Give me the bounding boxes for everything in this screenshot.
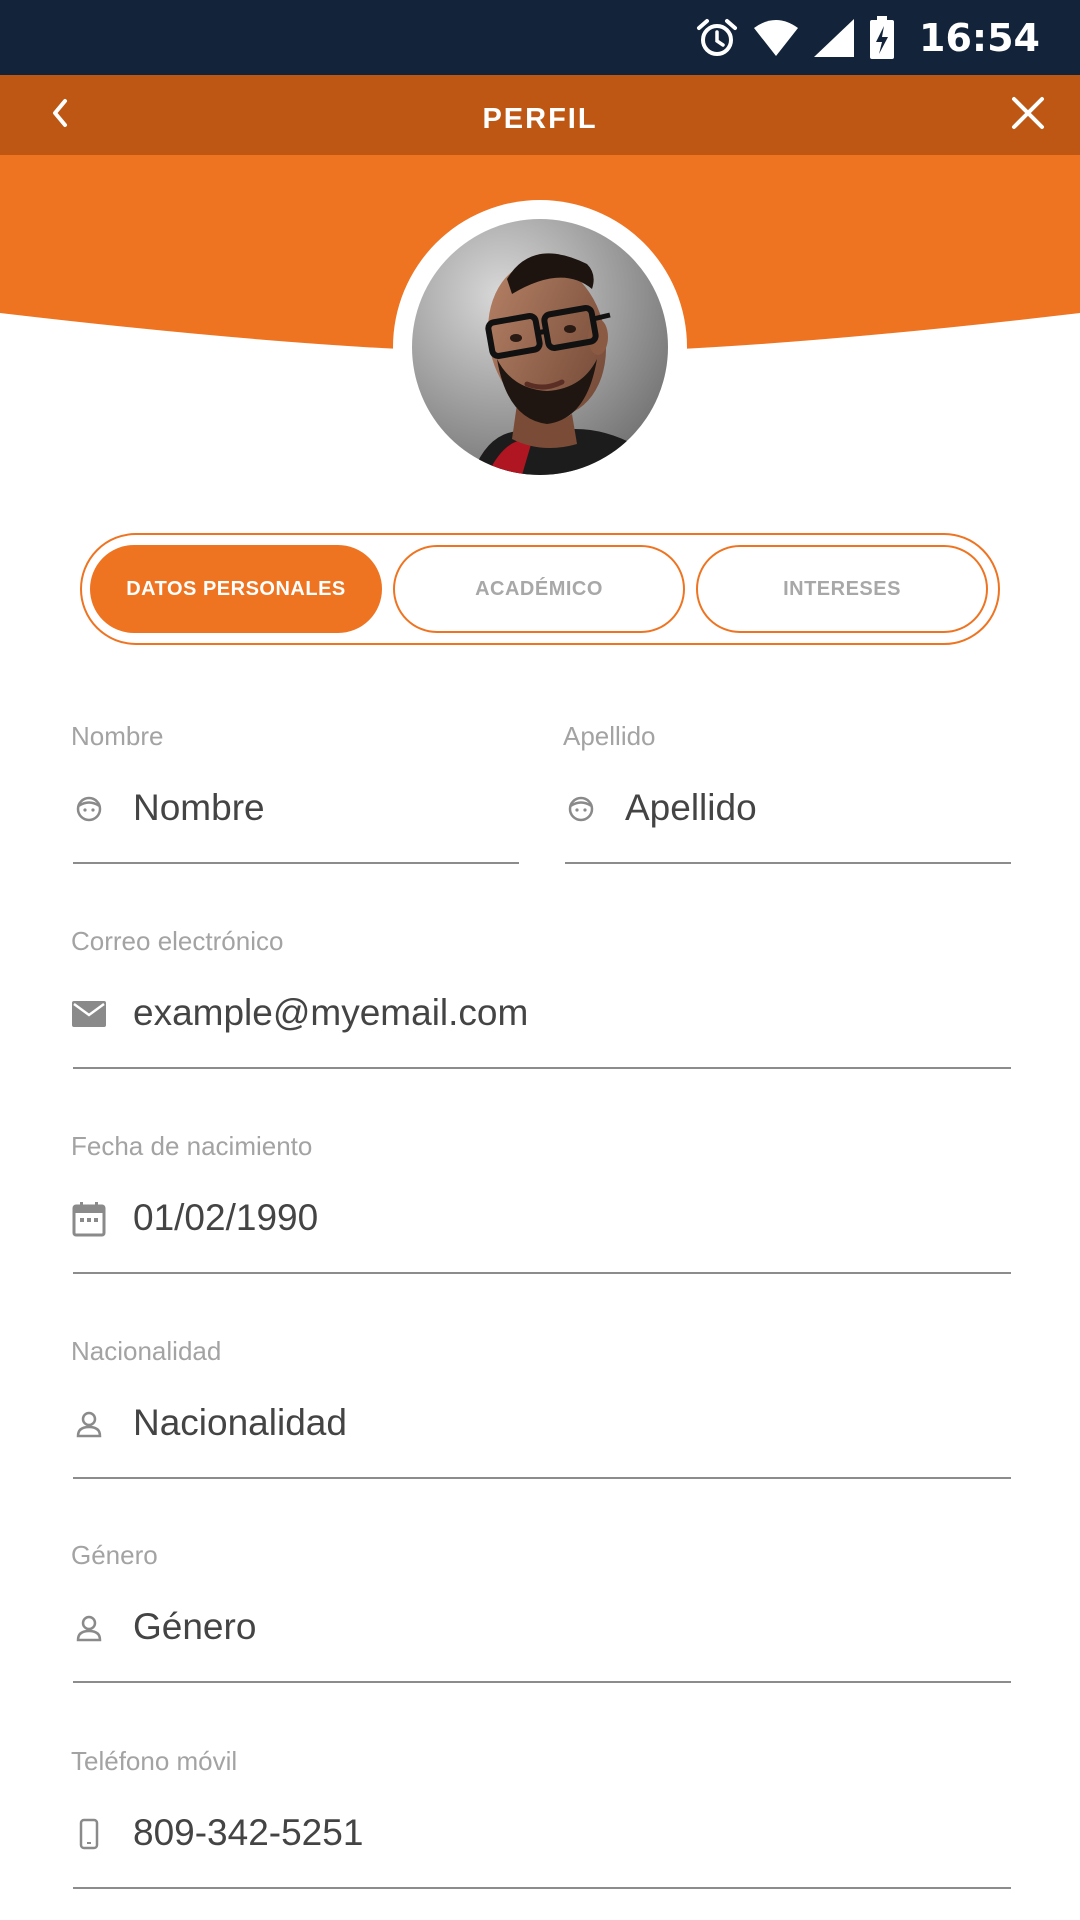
genero-field[interactable]: Género Género [71,1540,1011,1690]
telefono-underline [73,1887,1011,1889]
correo-field[interactable]: Correo electrónico example@myemail.com [71,926,1011,1076]
nombre-field[interactable]: Nombre Nombre [71,721,521,871]
tab-datos-personales[interactable]: DATOS PERSONALES [90,545,382,633]
face-icon [71,791,107,827]
correo-label: Correo electrónico [71,926,284,956]
signal-icon [813,18,855,58]
tab-academico[interactable]: ACADÉMICO [393,545,685,633]
correo-input[interactable]: example@myemail.com [133,992,528,1034]
apellido-underline [565,862,1011,864]
nombre-input[interactable]: Nombre [133,787,265,829]
fecha-underline [73,1272,1011,1274]
page-title: PERFIL [482,103,598,135]
genero-label: Género [71,1540,158,1570]
nacionalidad-input[interactable]: Nacionalidad [133,1402,347,1444]
status-icons: 16:54 [695,0,1040,75]
apellido-label: Apellido [563,721,656,751]
genero-underline [73,1681,1011,1683]
nacionalidad-field[interactable]: Nacionalidad Nacionalidad [71,1336,1011,1486]
profile-tabs: DATOS PERSONALES ACADÉMICO INTERESES [80,533,1000,645]
wifi-icon [753,18,799,58]
fecha-input[interactable]: 01/02/1990 [133,1197,318,1239]
close-button[interactable] [998,85,1058,145]
calendar-icon [71,1201,107,1237]
battery-charging-icon [869,15,895,60]
phone-icon [71,1816,107,1852]
alarm-icon [695,16,739,60]
tab-intereses[interactable]: INTERESES [696,545,988,633]
email-icon [71,996,107,1032]
person-icon [71,1406,107,1442]
avatar[interactable] [412,219,668,475]
person-icon [71,1610,107,1646]
close-icon [1011,96,1045,135]
nacionalidad-underline [73,1477,1011,1479]
nombre-label: Nombre [71,721,164,751]
apellido-field[interactable]: Apellido Apellido [563,721,1013,871]
status-bar: 16:54 [0,0,1080,75]
telefono-label: Teléfono móvil [71,1746,238,1776]
nombre-underline [73,862,519,864]
status-time: 16:54 [919,15,1040,60]
correo-underline [73,1067,1011,1069]
telefono-input[interactable]: 809-342-5251 [133,1812,363,1854]
nacionalidad-label: Nacionalidad [71,1336,222,1366]
face-icon [563,791,599,827]
apellido-input[interactable]: Apellido [625,787,757,829]
app-bar: PERFIL [0,75,1080,155]
telefono-field[interactable]: Teléfono móvil 809-342-5251 [71,1746,1011,1896]
fecha-label: Fecha de nacimiento [71,1131,313,1161]
genero-input[interactable]: Género [133,1606,256,1648]
fecha-field[interactable]: Fecha de nacimiento 01/02/1990 [71,1131,1011,1281]
